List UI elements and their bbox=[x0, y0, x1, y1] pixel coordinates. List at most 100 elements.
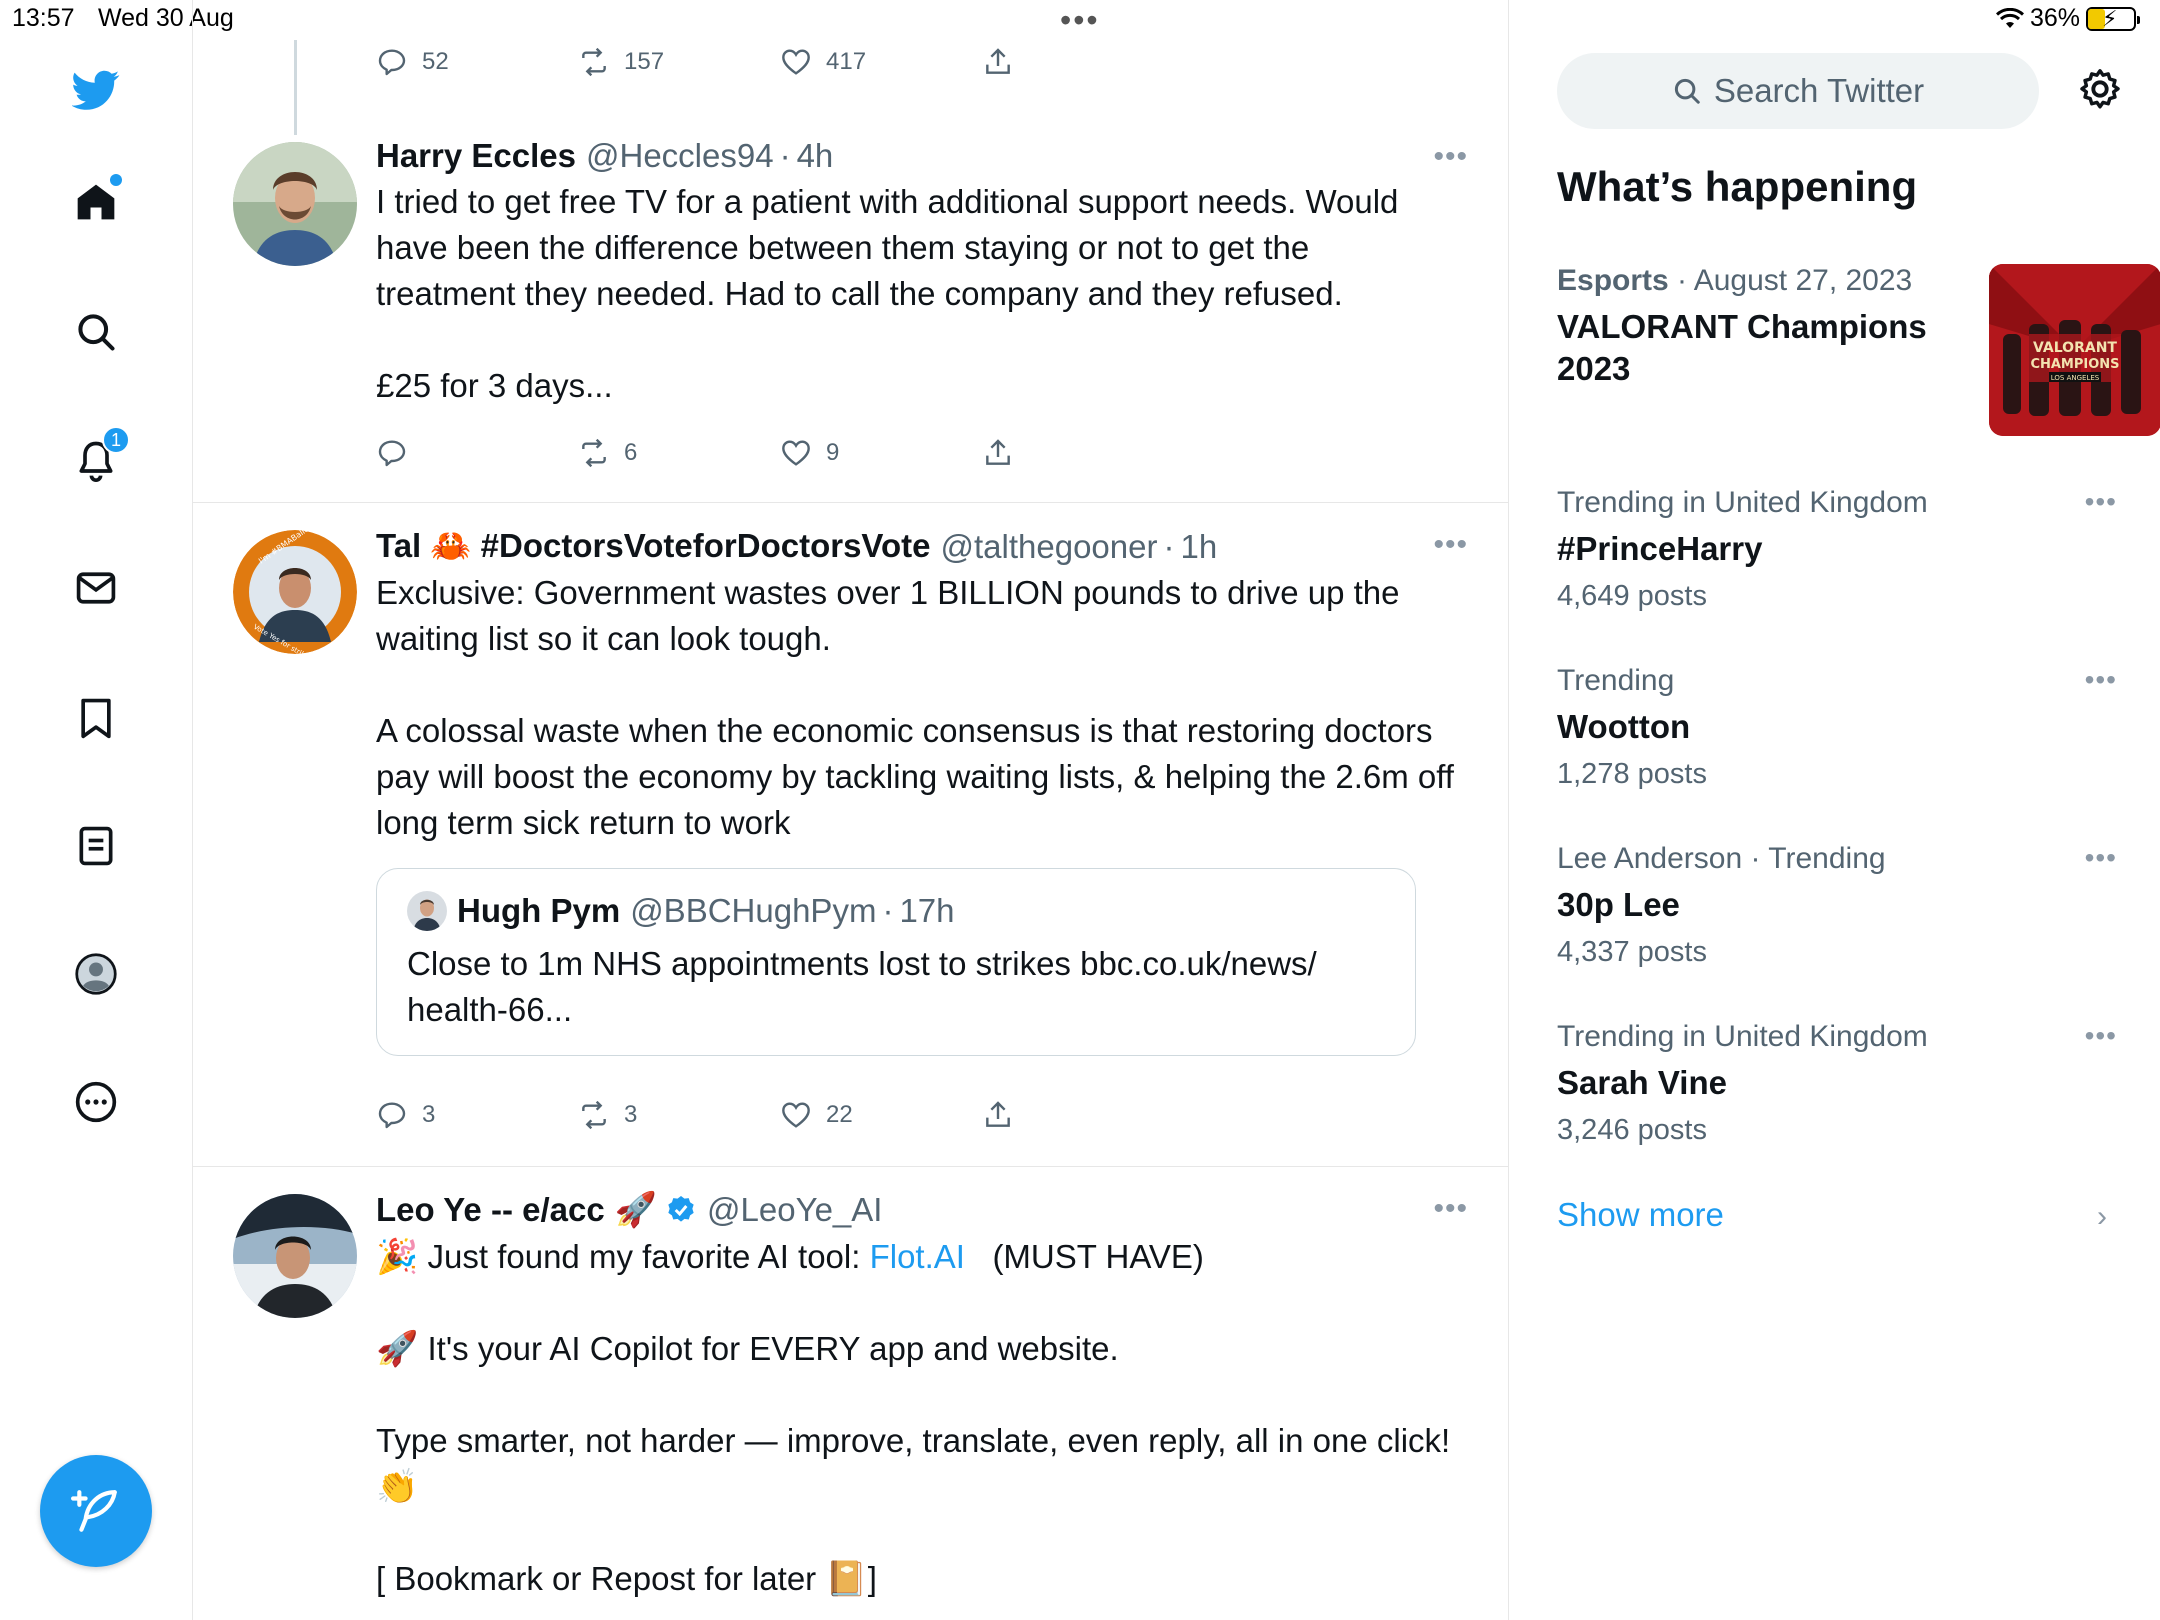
chevron-right-icon: › bbox=[2097, 1200, 2107, 1233]
bookmarks-icon[interactable] bbox=[72, 694, 120, 742]
share-icon bbox=[986, 439, 1010, 465]
trend-more-button[interactable]: ••• bbox=[2085, 486, 2117, 518]
clapping-hands-emoji-icon: 👏 bbox=[376, 1468, 419, 1506]
author-name[interactable]: Tal 🦀 #DoctorsVoteforDoctorsVote bbox=[376, 527, 931, 566]
trend-more-button[interactable]: ••• bbox=[2085, 664, 2117, 696]
trend-item[interactable]: Trending Wootton 1,278 posts ••• bbox=[1557, 664, 2117, 791]
dot-separator: · bbox=[882, 892, 894, 929]
trend-post-count: 3,246 posts bbox=[1557, 1114, 1707, 1146]
tweet-text: I tried to get free TV for a patient wit… bbox=[376, 183, 1399, 404]
quoted-avatar bbox=[407, 891, 447, 931]
trend-item[interactable]: Esports · August 27, 2023 VALORANT Champ… bbox=[1557, 264, 2160, 436]
quoted-tweet[interactable]: Hugh Pym @BBCHughPym · 17h Close to 1m N… bbox=[376, 868, 1416, 1056]
trend-image-text: VALORANT bbox=[2033, 340, 2117, 356]
messages-icon[interactable] bbox=[72, 564, 120, 612]
repost-button[interactable]: 6 bbox=[578, 437, 780, 469]
avatar[interactable] bbox=[233, 1194, 357, 1318]
search-bar[interactable]: Search Twitter bbox=[1557, 53, 2039, 129]
reply-button[interactable]: 52 bbox=[376, 46, 578, 78]
tweet-leo-ye[interactable]: Leo Ye -- e/acc 🚀 @LeoYe_AI 🎉 Just found… bbox=[376, 1190, 1456, 1602]
trend-more-button[interactable]: ••• bbox=[2085, 842, 2117, 874]
author-name[interactable]: Harry Eccles bbox=[376, 137, 576, 175]
search-icon[interactable] bbox=[72, 308, 120, 356]
reply-button[interactable]: 3 bbox=[376, 1099, 578, 1131]
trend-image-text: CHAMPIONS bbox=[2030, 357, 2119, 372]
repost-button[interactable]: 157 bbox=[578, 46, 780, 78]
rocket-emoji-icon: 🚀 bbox=[376, 1330, 419, 1368]
trend-image: VALORANT CHAMPIONS LOS ANGELES bbox=[1989, 264, 2160, 436]
author-handle[interactable]: @Heccles94 bbox=[586, 137, 774, 175]
trend-date: August 27, 2023 bbox=[1693, 264, 1913, 297]
whats-happening-title: What’s happening bbox=[1557, 163, 1918, 210]
like-button[interactable]: 9 bbox=[780, 437, 982, 469]
share-button[interactable] bbox=[982, 437, 1184, 469]
profile-icon[interactable] bbox=[72, 950, 120, 998]
party-popper-emoji-icon: 🎉 bbox=[376, 1238, 419, 1276]
tweet-line-3: Type smarter, not harder — improve, tran… bbox=[376, 1422, 1460, 1459]
home-icon[interactable] bbox=[72, 174, 122, 226]
trend-item[interactable]: Trending in United Kingdom #PrinceHarry … bbox=[1557, 486, 2117, 613]
timeline: 52 157 417 Harry Eccles @Heccles94 · 4h … bbox=[193, 0, 1509, 1620]
repost-icon bbox=[582, 438, 606, 468]
flot-ai-link[interactable]: Flot.AI bbox=[870, 1238, 965, 1275]
show-more-link[interactable]: Show more bbox=[1557, 1196, 1724, 1234]
notebook-emoji-icon: 📔 bbox=[825, 1560, 868, 1598]
like-button[interactable]: 417 bbox=[780, 46, 982, 78]
repost-button[interactable]: 3 bbox=[578, 1099, 780, 1131]
trend-item[interactable]: Trending in United Kingdom Sarah Vine 3,… bbox=[1557, 1020, 2117, 1147]
reply-icon bbox=[378, 49, 406, 76]
trend-post-count: 1,278 posts bbox=[1557, 758, 1707, 790]
reply-button[interactable] bbox=[376, 437, 578, 469]
trend-item[interactable]: Lee Anderson · Trending 30p Lee 4,337 po… bbox=[1557, 842, 2117, 969]
repost-icon bbox=[582, 1100, 606, 1130]
settings-gear-icon[interactable] bbox=[2077, 66, 2123, 112]
quoted-author-handle: @BBCHughPym bbox=[630, 892, 877, 929]
tweet-actions: 3 3 22 bbox=[376, 1099, 1184, 1131]
verified-badge-icon bbox=[668, 1196, 694, 1222]
tweet-line-1-suffix: (MUST HAVE) bbox=[964, 1238, 1204, 1275]
author-handle[interactable]: @LeoYe_AI bbox=[707, 1191, 882, 1229]
rocket-emoji-icon: 🚀 bbox=[614, 1191, 658, 1229]
quoted-tweet-time: 17h bbox=[899, 892, 955, 929]
more-icon[interactable] bbox=[72, 1078, 120, 1126]
more-options-button[interactable]: ••• bbox=[1433, 1192, 1468, 1226]
trend-post-count: 4,649 posts bbox=[1557, 580, 1707, 612]
left-nav: 1 bbox=[0, 0, 193, 1620]
dot-separator: · bbox=[1163, 527, 1175, 565]
tweet-tal[interactable]: Tal 🦀 #DoctorsVoteforDoctorsVote @talthe… bbox=[376, 527, 1456, 1056]
avatar[interactable] bbox=[233, 142, 357, 266]
share-icon bbox=[986, 1101, 1010, 1127]
trend-post-count: 4,337 posts bbox=[1557, 936, 1707, 968]
twitter-logo-icon[interactable] bbox=[72, 66, 120, 114]
notifications-icon[interactable]: 1 bbox=[72, 426, 130, 484]
more-options-button[interactable]: ••• bbox=[1433, 528, 1468, 562]
trend-more-button[interactable]: ••• bbox=[2085, 1020, 2117, 1052]
author-name[interactable]: Leo Ye -- e/acc bbox=[376, 1191, 605, 1229]
quoted-tweet-text: Close to 1m NHS appointments lost to str… bbox=[407, 945, 1317, 1028]
author-handle[interactable]: @talthegooner bbox=[941, 528, 1158, 566]
reply-count: 52 bbox=[422, 48, 449, 75]
tweet-time[interactable]: 4h bbox=[797, 137, 834, 175]
like-button[interactable]: 22 bbox=[780, 1099, 982, 1131]
trend-meta: Trending in United Kingdom bbox=[1557, 486, 1928, 519]
tweet-time[interactable]: 1h bbox=[1180, 528, 1217, 566]
more-options-button[interactable]: ••• bbox=[1433, 140, 1468, 174]
repost-count: 3 bbox=[624, 1101, 638, 1128]
reply-count: 3 bbox=[422, 1101, 436, 1128]
tweet-line-1: Just found my favorite AI tool: bbox=[427, 1238, 870, 1275]
heart-icon bbox=[782, 1102, 810, 1128]
tweet-line-2: It's your AI Copilot for EVERY app and w… bbox=[427, 1330, 1119, 1367]
compose-tweet-button[interactable] bbox=[40, 1455, 152, 1567]
share-button[interactable] bbox=[982, 1099, 1184, 1131]
repost-icon bbox=[582, 47, 606, 77]
heart-icon bbox=[782, 440, 810, 466]
lists-icon[interactable] bbox=[72, 822, 120, 870]
trend-meta: Trending in United Kingdom bbox=[1557, 1020, 1928, 1053]
tweet-actions: 52 157 417 bbox=[376, 46, 1184, 78]
reply-icon bbox=[378, 440, 406, 467]
share-icon bbox=[986, 48, 1010, 74]
share-button[interactable] bbox=[982, 46, 1184, 78]
like-count: 417 bbox=[826, 48, 867, 75]
avatar[interactable]: I'm #BMABallotReady Vote Yes for strike … bbox=[233, 530, 357, 654]
tweet-harry-eccles[interactable]: Harry Eccles @Heccles94 · 4h I tried to … bbox=[376, 137, 1456, 409]
